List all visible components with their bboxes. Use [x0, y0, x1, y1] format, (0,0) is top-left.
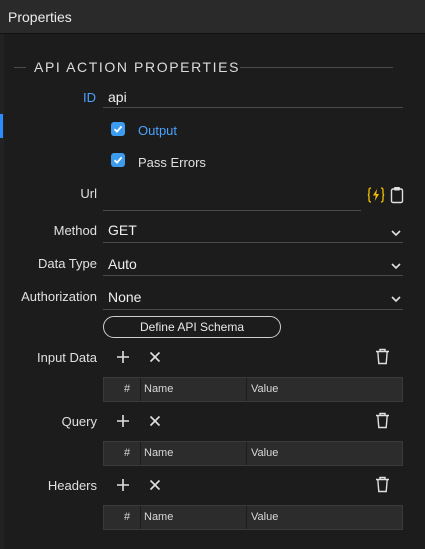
column-header-index: # — [124, 447, 131, 459]
section-divider-left — [14, 67, 26, 68]
active-indicator — [0, 114, 3, 138]
panel-titlebar: Properties — [0, 0, 425, 34]
close-icon[interactable] — [149, 415, 161, 427]
column-header-value: Value — [251, 383, 279, 395]
lightning-dynamic-icon[interactable] — [367, 186, 385, 204]
trash-icon[interactable] — [375, 476, 390, 493]
id-label: ID — [83, 90, 96, 105]
column-header-value: Value — [251, 447, 279, 459]
input-data-table-header: # Name Value — [103, 377, 403, 402]
plus-icon[interactable] — [116, 478, 130, 492]
id-input[interactable]: api — [108, 89, 127, 105]
method-value: GET — [108, 222, 137, 238]
data-type-label: Data Type — [37, 256, 97, 271]
data-type-value: Auto — [108, 256, 137, 272]
plus-icon[interactable] — [116, 350, 130, 364]
pass-errors-label[interactable]: Pass Errors — [138, 155, 206, 170]
url-input-underline — [103, 210, 361, 211]
method-label: Method — [53, 223, 97, 238]
query-label: Query — [61, 414, 97, 429]
column-separator — [140, 506, 141, 529]
column-header-name: Name — [144, 447, 174, 459]
query-table-header: # Name Value — [103, 441, 403, 466]
chevron-down-icon — [391, 230, 401, 237]
left-edge-bar — [0, 34, 4, 549]
column-header-name: Name — [144, 383, 174, 395]
section-title: API ACTION PROPERTIES — [34, 59, 241, 75]
chevron-down-icon — [391, 263, 401, 270]
column-separator — [246, 442, 247, 465]
plus-icon[interactable] — [116, 414, 130, 428]
close-icon[interactable] — [149, 479, 161, 491]
column-header-value: Value — [251, 511, 279, 523]
trash-icon[interactable] — [375, 348, 390, 365]
define-api-schema-button[interactable]: Define API Schema — [103, 316, 281, 338]
clipboard-icon[interactable] — [390, 186, 404, 204]
output-label[interactable]: Output — [138, 123, 177, 138]
authorization-value: None — [108, 289, 142, 305]
column-header-name: Name — [144, 511, 174, 523]
section-divider-right — [240, 67, 393, 68]
headers-label: Headers — [47, 478, 97, 493]
chevron-down-icon — [391, 296, 401, 303]
output-checkbox[interactable] — [111, 122, 125, 136]
authorization-label: Authorization — [21, 289, 97, 304]
trash-icon[interactable] — [375, 412, 390, 429]
column-separator — [140, 442, 141, 465]
check-icon — [113, 125, 123, 133]
data-type-underline — [103, 275, 403, 276]
column-header-index: # — [124, 511, 131, 523]
id-input-underline — [103, 107, 403, 108]
column-separator — [246, 378, 247, 401]
panel-title: Properties — [8, 9, 72, 25]
url-label: Url — [80, 186, 97, 201]
input-data-label: Input Data — [37, 350, 97, 365]
check-icon — [113, 156, 123, 164]
column-separator — [246, 506, 247, 529]
authorization-underline — [103, 309, 403, 310]
pass-errors-checkbox[interactable] — [111, 153, 125, 167]
headers-table-header: # Name Value — [103, 505, 403, 530]
column-separator — [140, 378, 141, 401]
close-icon[interactable] — [149, 351, 161, 363]
method-underline — [103, 242, 403, 243]
column-header-index: # — [124, 383, 131, 395]
